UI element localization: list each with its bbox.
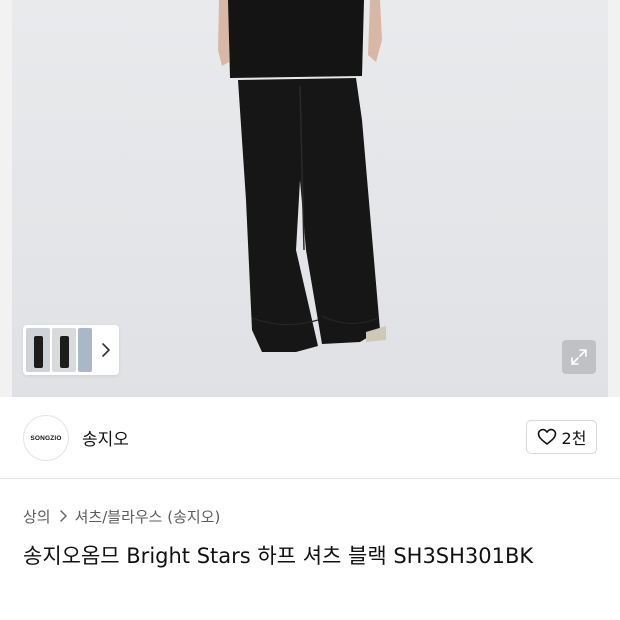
product-image-area[interactable] (0, 0, 620, 397)
like-count: 2천 (561, 429, 587, 448)
breadcrumb-item-category[interactable]: 상의 (23, 506, 51, 527)
thumbnail-3[interactable] (78, 328, 92, 372)
heart-outline-icon (537, 428, 556, 445)
thumbnail-1[interactable] (26, 328, 50, 372)
store-logo[interactable]: SONGZIO (23, 415, 69, 461)
store-name[interactable]: 송지오 (82, 425, 129, 450)
breadcrumb: 상의 셔츠/블라우스 (송지오) (23, 505, 220, 527)
thumbnail-2[interactable] (52, 328, 76, 372)
expand-image-button[interactable] (562, 340, 596, 374)
product-title: 송지오옴므 Bright Stars 하프 셔츠 블랙 SH3SH301BK (23, 544, 534, 568)
chevron-right-icon (59, 510, 67, 522)
store-row: SONGZIO 송지오 2천 (0, 397, 620, 479)
chevron-right-icon[interactable] (99, 342, 113, 358)
breadcrumb-item-subcategory[interactable]: 셔츠/블라우스 (송지오) (75, 506, 221, 527)
expand-arrows-icon (571, 349, 587, 365)
like-button[interactable]: 2천 (526, 420, 597, 454)
thumbnail-strip[interactable] (23, 325, 119, 375)
